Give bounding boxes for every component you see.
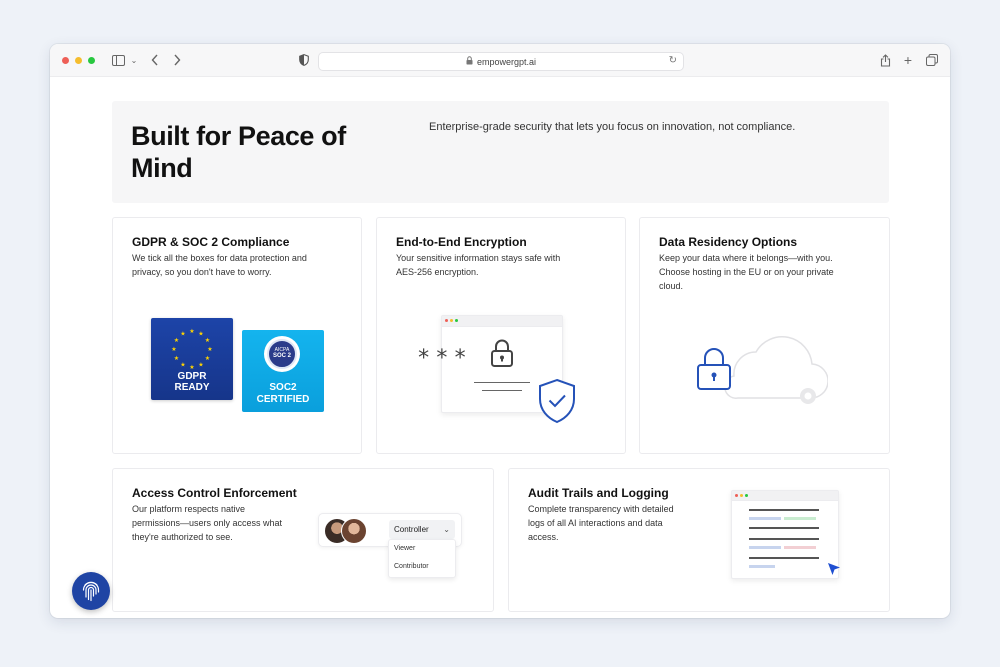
card-title: Access Control Enforcement: [132, 486, 297, 500]
card-gdpr-soc2: GDPR & SOC 2 Compliance We tick all the …: [112, 217, 362, 454]
masked-password-text: ***: [417, 346, 472, 371]
soc2-certified-badge: AICPA SOC 2 SOC2 CERTIFIED: [242, 330, 324, 412]
card-description-line: privacy, so you don't have to worry.: [132, 267, 272, 277]
svg-text:★: ★: [180, 362, 185, 369]
cursor-arrow-icon: [828, 563, 840, 575]
card-description-line: Choose hosting in the EU or on your priv…: [659, 267, 834, 277]
card-description-line: cloud.: [659, 281, 684, 291]
chevron-right-icon[interactable]: [169, 53, 185, 67]
card-title: GDPR & SOC 2 Compliance: [132, 235, 290, 249]
lock-icon: [466, 56, 473, 67]
browser-window: ⌄ empowergpt.ai ↻ + Built for Peace of M…: [50, 44, 950, 618]
svg-text:★: ★: [189, 364, 194, 371]
card-description: Keep your data where it belongs—with you…: [659, 251, 834, 293]
log-line: [749, 538, 819, 540]
input-line: [482, 390, 522, 391]
card-description-line: Your sensitive information stays safe wi…: [396, 253, 561, 263]
svg-text:★: ★: [171, 346, 176, 353]
svg-text:★: ★: [174, 337, 179, 344]
log-line: [784, 517, 816, 520]
card-audit-trails: Audit Trails and Logging Complete transp…: [508, 468, 890, 612]
url-text: empowergpt.ai: [476, 56, 537, 67]
log-line: [749, 509, 819, 511]
aicpa-seal-icon: AICPA SOC 2: [264, 336, 300, 372]
badge-text: CERTIFIED: [256, 394, 310, 405]
log-line: [784, 546, 816, 549]
card-access-control: Access Control Enforcement Our platform …: [112, 468, 494, 612]
card-description-line: logs of all AI interactions and data: [528, 518, 663, 528]
gdpr-ready-badge: ★ ★ ★ ★ ★ ★ ★ ★ ★ ★ ★ ★ GDPR READY: [151, 318, 233, 400]
card-title: Data Residency Options: [659, 235, 798, 249]
badge-text: READY: [174, 382, 210, 393]
padlock-icon: [491, 339, 513, 367]
svg-text:★: ★: [205, 355, 210, 362]
log-line: [749, 546, 781, 549]
fingerprint-button[interactable]: [72, 572, 110, 610]
card-description: We tick all the boxes for data protectio…: [132, 251, 307, 279]
card-data-residency: Data Residency Options Keep your data wh…: [639, 217, 890, 454]
card-description: Your sensitive information stays safe wi…: [396, 251, 560, 279]
page-title: Built for Peace of Mind: [131, 121, 346, 183]
role-dropdown-value: Controller: [394, 525, 429, 534]
chevron-left-icon[interactable]: [147, 53, 163, 67]
log-line: [749, 557, 819, 559]
card-description: Complete transparency with detailed logs…: [528, 502, 674, 544]
card-description-line: they're authorized to see.: [132, 532, 233, 542]
shield-check-icon: [539, 378, 575, 424]
card-description: Our platform respects native permissions…: [132, 502, 282, 544]
svg-text:★: ★: [180, 331, 185, 338]
log-line: [749, 565, 775, 568]
dropdown-option-viewer[interactable]: Viewer: [394, 545, 415, 552]
card-description-line: AES-256 encryption.: [396, 267, 479, 277]
zoom-window-button[interactable]: [88, 57, 95, 64]
svg-text:★: ★: [207, 346, 212, 353]
minimize-window-button[interactable]: [75, 57, 82, 64]
role-dropdown-menu: Viewer Contributor: [388, 539, 456, 578]
browser-toolbar: ⌄ empowergpt.ai ↻ +: [50, 44, 950, 77]
svg-text:★: ★: [205, 337, 210, 344]
svg-text:★: ★: [189, 328, 194, 335]
input-line: [474, 382, 530, 383]
role-dropdown[interactable]: Controller ⌄: [389, 520, 455, 539]
card-description-line: We tick all the boxes for data protectio…: [132, 253, 307, 263]
dropdown-option-contributor[interactable]: Contributor: [394, 563, 429, 570]
address-bar[interactable]: empowergpt.ai ↻: [318, 52, 684, 71]
card-encryption: End-to-End Encryption Your sensitive inf…: [376, 217, 626, 454]
tabs-icon[interactable]: [924, 53, 940, 67]
svg-text:★: ★: [198, 331, 203, 338]
close-window-button[interactable]: [62, 57, 69, 64]
seal-text: SOC 2: [272, 353, 291, 359]
card-description-line: Keep your data where it belongs—with you…: [659, 253, 833, 263]
card-description-line: Our platform respects native: [132, 504, 246, 514]
svg-text:★: ★: [198, 362, 203, 369]
share-icon[interactable]: [877, 53, 893, 67]
fingerprint-icon: [82, 581, 100, 602]
card-description-line: access.: [528, 532, 559, 542]
hero-section: Built for Peace of Mind Enterprise-grade…: [112, 101, 889, 203]
log-line: [749, 527, 819, 529]
chevron-down-icon: ⌄: [443, 525, 450, 534]
shield-icon[interactable]: [296, 53, 312, 67]
cloud-icon: [724, 335, 828, 404]
sidebar-icon[interactable]: [110, 53, 126, 67]
reload-icon[interactable]: ↻: [669, 55, 677, 66]
svg-text:★: ★: [174, 355, 179, 362]
log-line: [749, 517, 781, 520]
plus-icon[interactable]: +: [900, 52, 916, 68]
card-title: End-to-End Encryption: [396, 235, 527, 249]
card-description-line: permissions—users only access what: [132, 518, 283, 528]
card-description-line: Complete transparency with detailed: [528, 504, 674, 514]
lock-icon: [697, 348, 731, 390]
eu-stars-icon: ★ ★★ ★★★ ★★★ ★★★: [171, 328, 212, 371]
avatar: [341, 518, 367, 544]
page-subtitle: Enterprise-grade security that lets you …: [429, 121, 796, 133]
badge-text: SOC2: [269, 382, 297, 393]
card-title: Audit Trails and Logging: [528, 486, 669, 500]
chevron-down-icon[interactable]: ⌄: [126, 53, 142, 67]
log-window-illustration: [731, 490, 839, 579]
